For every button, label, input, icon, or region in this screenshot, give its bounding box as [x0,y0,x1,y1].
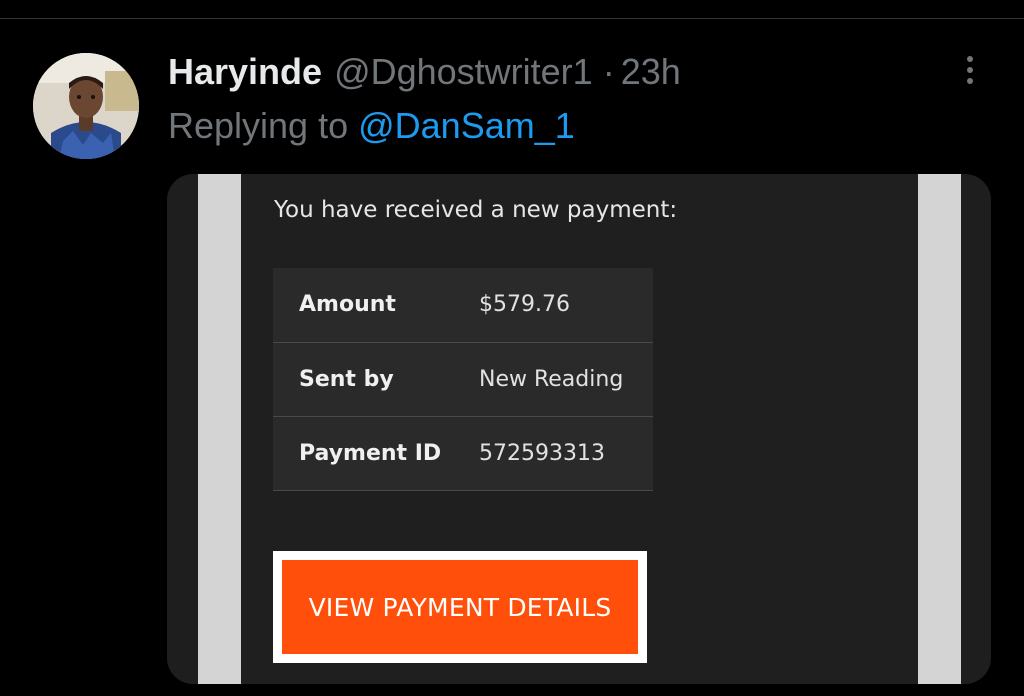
table-row: Payment ID 572593313 [273,416,653,491]
more-vertical-icon[interactable] [955,52,985,88]
replying-to-label: Replying to [168,105,349,146]
email-left-margin [198,174,241,684]
view-payment-details-button[interactable]: VIEW PAYMENT DETAILS [282,560,638,654]
tweet-timestamp[interactable]: 23h [621,51,681,93]
payment-details-table: Amount $579.76 Sent by New Reading Payme… [273,268,653,491]
sent-by-value: New Reading [479,342,653,417]
avatar[interactable] [33,53,139,159]
more-dot [967,56,973,62]
sent-by-label: Sent by [273,342,479,417]
view-payment-button-frame: VIEW PAYMENT DETAILS [273,551,647,663]
payment-id-label: Payment ID [273,416,479,491]
table-row: Amount $579.76 [273,268,653,343]
avatar-image [33,53,139,159]
more-dot [967,67,973,73]
more-dot [967,78,973,84]
user-handle[interactable]: @Dghostwriter1 [334,51,593,93]
amount-label: Amount [273,268,479,343]
display-name[interactable]: Haryinde [168,51,322,93]
mention-link[interactable]: @DanSam_1 [358,105,575,147]
amount-value: $579.76 [479,268,653,343]
timeline-divider [0,18,1024,19]
table-row: Sent by New Reading [273,342,653,417]
email-right-margin [918,174,961,684]
payment-intro-text: You have received a new payment: [274,197,678,223]
payment-id-value: 572593313 [479,416,653,491]
tweet-header: Haryinde @Dghostwriter1 · 23h [168,50,681,94]
replying-to-line: Replying to @DanSam_1 [168,104,575,148]
dot-separator: · [602,51,615,92]
